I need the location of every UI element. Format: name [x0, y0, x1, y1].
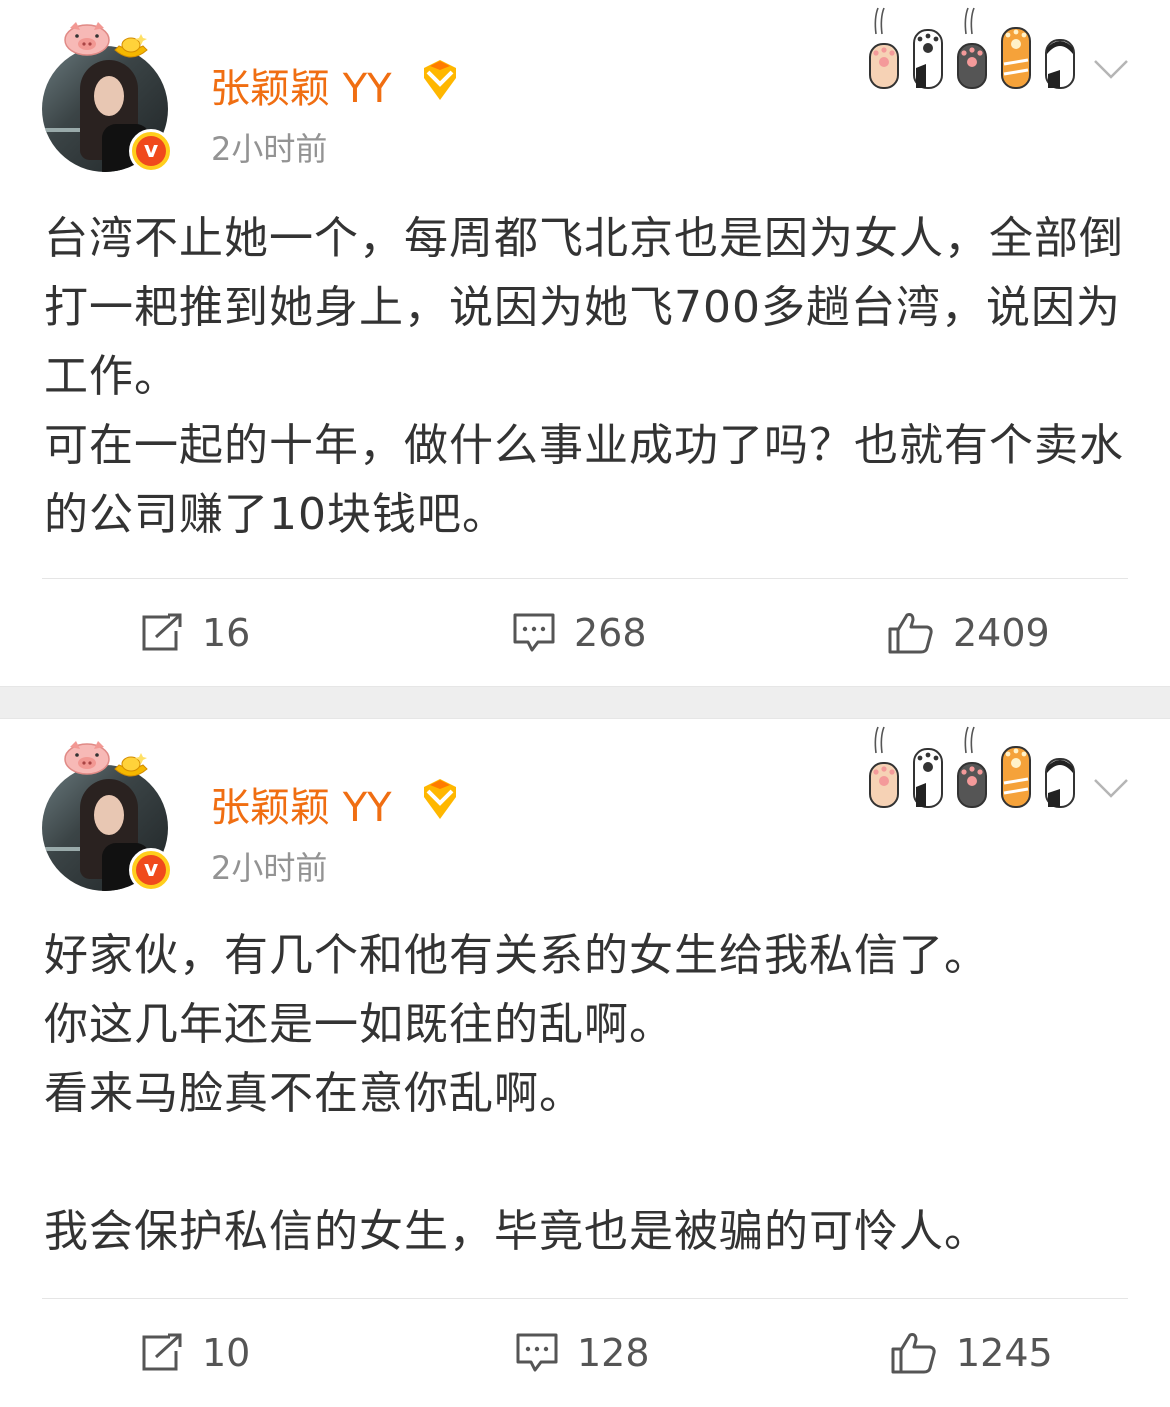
- repost-count: 16: [202, 611, 251, 655]
- repost-button[interactable]: 16: [140, 579, 250, 687]
- like-button[interactable]: 2409: [887, 579, 1050, 687]
- comment-icon: [513, 613, 555, 652]
- comment-button[interactable]: 268: [512, 579, 647, 687]
- weibo-post: v 张颖颖 YY 2小时前 好家伙，有几个和他有关系的女生给我私信了。 你这几年…: [0, 719, 1170, 1403]
- cat-paws-sticker: [869, 726, 1075, 808]
- post-content: 台湾不止她一个，每周都飞北京也是因为女人，全部倒打一耙推到她身上，说因为她飞70…: [44, 204, 1130, 549]
- verified-badge: v: [129, 848, 173, 892]
- comment-count: 268: [574, 611, 647, 655]
- post-content: 好家伙，有几个和他有关系的女生给我私信了。 你这几年还是一如既往的乱啊。 看来马…: [44, 921, 1130, 1266]
- repost-icon: [142, 613, 182, 651]
- weibo-post: v 张颖颖 YY 2小时前 台湾不止她一个，每周都飞北京也是因为女人，全部倒打一…: [0, 0, 1170, 686]
- post-paragraph: 好家伙，有几个和他有关系的女生给我私信了。: [44, 930, 989, 981]
- chevron-down-icon[interactable]: [1092, 775, 1130, 801]
- post-paragraph: 我会保护私信的女生，毕竟也是被骗的可怜人。: [44, 1206, 989, 1257]
- post-paragraph: 台湾不止她一个，每周都飞北京也是因为女人，全部倒打一耙推到她身上，说因为她飞70…: [44, 213, 1124, 402]
- comment-button[interactable]: 128: [515, 1299, 650, 1407]
- like-button[interactable]: 1245: [890, 1299, 1053, 1407]
- comment-icon: [516, 1333, 558, 1372]
- verified-v-icon: v: [136, 136, 166, 166]
- post-separator: [0, 686, 1170, 719]
- comment-count: 128: [577, 1331, 650, 1375]
- like-icon: [891, 1333, 936, 1374]
- username[interactable]: 张颖颖 YY: [210, 56, 392, 114]
- verified-v-icon: v: [136, 855, 166, 885]
- action-bar: 16 268 2409: [42, 578, 1128, 687]
- cat-paws-sticker: [869, 7, 1075, 89]
- pig-icon: [64, 741, 110, 775]
- like-count: 1245: [956, 1331, 1053, 1375]
- repost-icon: [142, 1333, 182, 1371]
- username[interactable]: 张颖颖 YY: [210, 775, 392, 833]
- verified-badge: v: [129, 129, 173, 173]
- post-paragraph: 你这几年还是一如既往的乱啊。: [44, 999, 674, 1050]
- like-icon: [888, 613, 933, 654]
- post-time: 2小时前: [211, 130, 328, 168]
- post-time: 2小时前: [211, 849, 328, 887]
- gold-ingot-icon: [114, 34, 148, 58]
- post-paragraph: 可在一起的十年，做什么事业成功了吗？也就有个卖水的公司赚了10块钱吧。: [44, 420, 1124, 540]
- post-paragraph: 看来马脸真不在意你乱啊。: [44, 1068, 584, 1119]
- rank-badge-icon[interactable]: [418, 58, 462, 102]
- rank-badge-icon[interactable]: [418, 777, 462, 821]
- repost-count: 10: [202, 1331, 251, 1375]
- pig-icon: [64, 22, 110, 56]
- gold-ingot-icon: [114, 753, 148, 777]
- action-bar: 10 128 1245: [42, 1298, 1128, 1407]
- chevron-down-icon[interactable]: [1092, 56, 1130, 82]
- like-count: 2409: [953, 611, 1050, 655]
- repost-button[interactable]: 10: [140, 1299, 250, 1407]
